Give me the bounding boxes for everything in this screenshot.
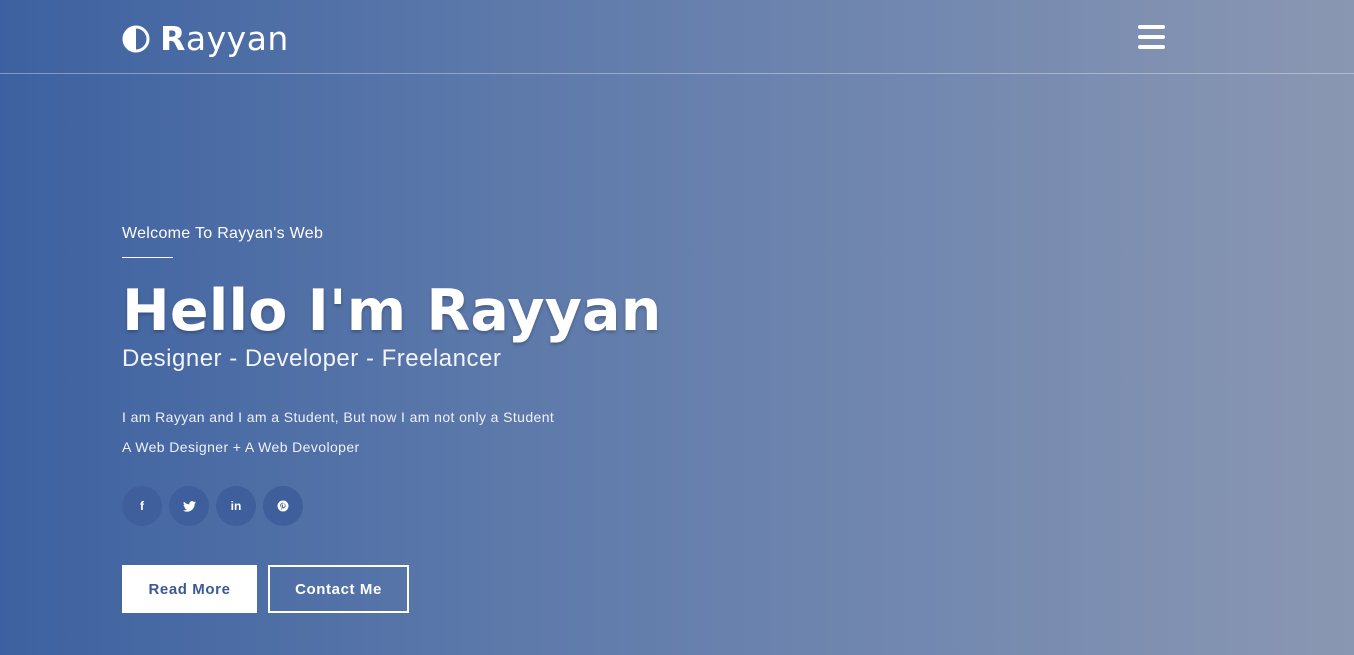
- hero-section: Welcome To Rayyan's Web Hello I'm Rayyan…: [122, 224, 822, 613]
- brand-initial: R: [160, 19, 186, 58]
- welcome-underline: [122, 257, 173, 258]
- facebook-icon[interactable]: f: [122, 486, 162, 526]
- hamburger-menu-icon[interactable]: [1138, 25, 1166, 49]
- hero-title: Hello I'm Rayyan: [122, 278, 662, 344]
- hero-description: I am Rayyan and I am a Student, But now …: [122, 402, 822, 462]
- hero-subtitle: Designer - Developer - Freelancer: [122, 345, 502, 372]
- pinterest-icon[interactable]: [263, 486, 303, 526]
- menu-bar: [1138, 45, 1165, 49]
- menu-bar: [1138, 25, 1165, 29]
- pinterest-glyph: [277, 500, 289, 512]
- facebook-glyph: f: [140, 499, 144, 513]
- half-circle-icon: [122, 25, 150, 53]
- brand-logo[interactable]: Rayyan: [122, 21, 289, 57]
- navbar: Rayyan: [0, 0, 1354, 74]
- twitter-icon[interactable]: [169, 486, 209, 526]
- hero-buttons: Read More Contact Me: [122, 565, 822, 613]
- welcome-text: Welcome To Rayyan's Web: [122, 225, 324, 242]
- menu-bar: [1138, 35, 1165, 39]
- social-links: f in: [122, 486, 822, 526]
- linkedin-icon[interactable]: in: [216, 486, 256, 526]
- brand-rest: ayyan: [185, 19, 289, 58]
- twitter-glyph: [182, 500, 196, 512]
- linkedin-glyph: in: [230, 499, 242, 513]
- contact-me-button[interactable]: Contact Me: [268, 565, 409, 613]
- brand-name: Rayyan: [160, 21, 289, 57]
- read-more-button[interactable]: Read More: [122, 565, 257, 613]
- description-line: I am Rayyan and I am a Student, But now …: [122, 409, 555, 425]
- description-line: A Web Designer + A Web Devoloper: [122, 439, 360, 455]
